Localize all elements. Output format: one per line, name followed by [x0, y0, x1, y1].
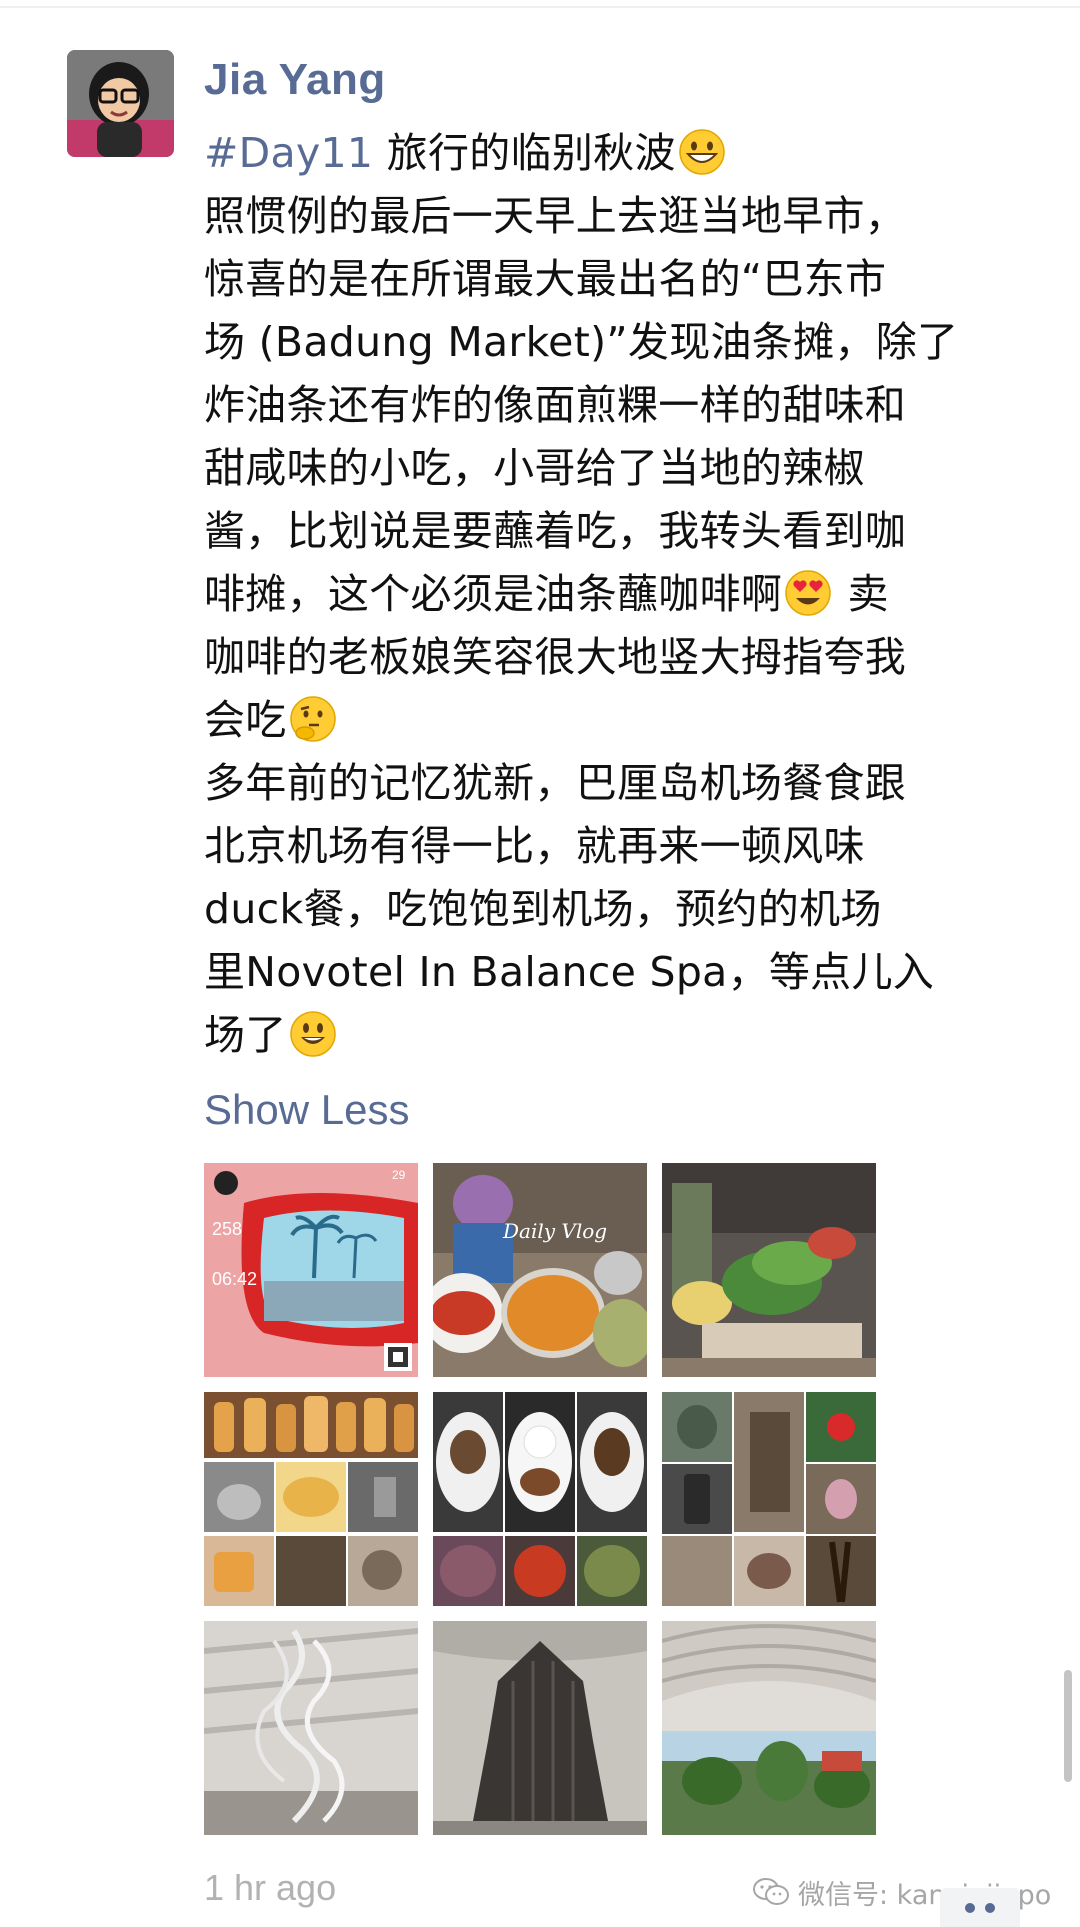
top-divider	[0, 6, 1080, 8]
scrollbar[interactable]	[1064, 1670, 1072, 1782]
photo-airport-tower-decor[interactable]	[433, 1621, 647, 1835]
post-line: 酱，比划说是要蘸着吃，我转头看到咖	[204, 507, 907, 555]
author-name[interactable]: Jia Yang	[204, 52, 386, 108]
post-text-segment: 卖	[847, 570, 889, 618]
post-line: 里Novotel In Balance Spa，等点儿入	[204, 948, 935, 996]
photo-beach-sunglasses[interactable]: 258 06:42 29	[204, 1163, 418, 1377]
post-line: duck餐，吃饱饱到机场，预约的机场	[204, 885, 882, 933]
wechat-icon	[753, 1878, 789, 1905]
post-line: 惊喜的是在所谓最大最出名的“巴东市	[204, 255, 887, 303]
post-line: 会吃	[204, 689, 1024, 752]
post-timestamp: 1 hr ago	[204, 1867, 337, 1908]
more-options-button[interactable]	[940, 1888, 1020, 1927]
photo-market-vegetables[interactable]	[662, 1163, 876, 1377]
post-line: 啡摊，这个必须是油条蘸咖啡啊 卖	[204, 563, 1024, 626]
photo-airport-terminal[interactable]	[662, 1621, 876, 1835]
photo-airport-sculpture[interactable]	[204, 1621, 418, 1835]
post-line: 多年前的记忆犹新，巴厘岛机场餐食跟	[204, 759, 907, 807]
post-text-segment: 旅行的临别秋波	[386, 129, 676, 177]
post-text-segment: 会吃	[204, 696, 287, 744]
post-line: 北京机场有得一比，就再来一顿风味	[204, 822, 865, 870]
post-text-segment: 场了	[204, 1011, 287, 1059]
photo-duck-meal-collage[interactable]	[433, 1392, 647, 1606]
photo-daily-vlog-market[interactable]: Daily Vlog	[433, 1163, 647, 1377]
photo-overlay-text: 29	[392, 1168, 406, 1182]
post-line: 场 (Badung Market)”发现油条摊，除了	[204, 318, 959, 366]
photo-grid: 258 06:42 29 Daily Vlog	[204, 1163, 876, 1835]
post-line: 咖啡的老板娘笑容很大地竖大拇指夸我	[204, 633, 907, 681]
more-dot	[965, 1902, 975, 1913]
post-line: 场了	[204, 1004, 1024, 1067]
post-line: 炸油条还有炸的像面煎粿一样的甜味和	[204, 381, 907, 429]
photo-overlay-text: 06:42	[212, 1269, 257, 1289]
post-line: 甜咸味的小吃，小哥给了当地的辣椒	[204, 444, 865, 492]
photo-overlay-text: 258	[212, 1219, 242, 1239]
post-line: 照惯例的最后一天早上去逛当地早市，	[204, 192, 907, 240]
show-less-link[interactable]: Show Less	[204, 1080, 409, 1140]
thinking-face-emoji	[289, 696, 336, 742]
post-text-segment: 啡摊，这个必须是油条蘸咖啡啊	[204, 570, 783, 618]
more-dot	[985, 1902, 995, 1913]
heart-eyes-emoji	[785, 570, 831, 616]
hashtag-link[interactable]: #Day11	[204, 129, 373, 177]
smiley-face-emoji	[289, 1011, 336, 1057]
photo-spa-collage[interactable]	[662, 1392, 876, 1606]
avatar[interactable]	[67, 50, 174, 157]
post-text: #Day11 旅行的临别秋波 照惯例的最后一天早上去逛当地早市， 惊喜的是在所谓…	[204, 122, 1024, 1067]
post-line: #Day11 旅行的临别秋波	[204, 122, 1024, 185]
photo-overlay-text: Daily Vlog	[502, 1219, 607, 1243]
grinning-face-emoji	[679, 129, 725, 175]
photo-fried-snacks-collage[interactable]	[204, 1392, 418, 1606]
